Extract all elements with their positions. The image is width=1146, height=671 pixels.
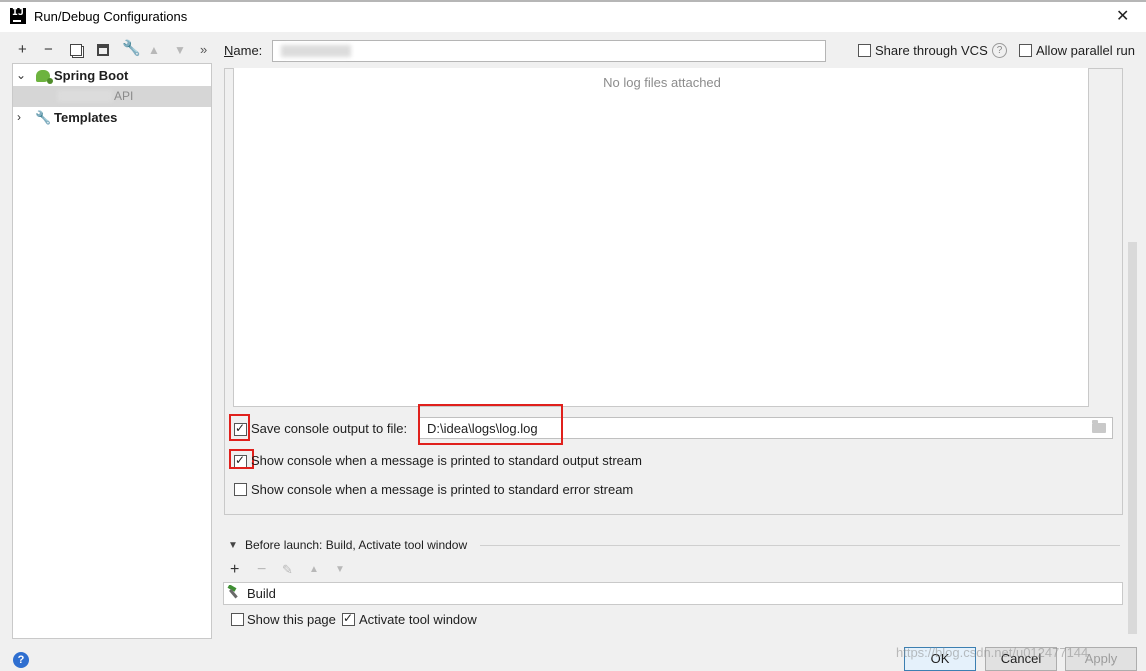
show-page-label: Show this page [247, 612, 336, 627]
move-up-icon[interactable]: ▲ [148, 42, 160, 58]
scrollbar[interactable] [1128, 242, 1137, 634]
before-launch-title[interactable]: Before launch: Build, Activate tool wind… [245, 538, 467, 552]
highlight-box [229, 414, 250, 441]
show-stderr-checkbox[interactable] [234, 483, 247, 496]
log-files-table[interactable]: No log files attached [233, 68, 1089, 407]
move-up-icon[interactable]: ▲ [309, 564, 319, 575]
move-down-icon[interactable]: ▼ [335, 564, 345, 575]
show-stdout-label: Show console when a message is printed t… [251, 453, 642, 468]
copy-icon[interactable] [70, 44, 82, 56]
add-task-button[interactable]: + [230, 561, 239, 579]
redacted-name [57, 90, 113, 102]
activate-tool-window-label: Activate tool window [359, 612, 477, 627]
add-configuration-button[interactable]: + [18, 42, 27, 58]
watermark: https://blog.csdn.net/u012477144 [896, 645, 1089, 660]
tree-node-config[interactable]: API [13, 86, 211, 107]
tree-label-spring-boot: Spring Boot [54, 68, 129, 83]
task-build-label: Build [247, 586, 276, 601]
tree-node-templates[interactable]: › 🔧 Templates [13, 107, 211, 128]
chevron-right-icon[interactable]: › [17, 107, 21, 128]
share-vcs-label: Share through VCS [875, 43, 988, 58]
name-label: Name: [224, 43, 263, 58]
share-vcs-checkbox[interactable] [858, 44, 871, 57]
wrench-icon[interactable]: 🔧 [122, 41, 141, 57]
show-page-checkbox[interactable] [231, 613, 244, 626]
chevron-down-icon[interactable]: ⌄ [16, 65, 26, 86]
activate-tool-window-checkbox[interactable] [342, 611, 355, 626]
name-input[interactable] [272, 40, 826, 62]
hammer-icon [227, 584, 241, 599]
wrench-icon: 🔧 [35, 110, 52, 125]
configuration-tree[interactable]: ⌄ Spring Boot API › 🔧 Templates [12, 63, 212, 639]
help-button[interactable]: ? [13, 652, 29, 668]
highlight-box [418, 404, 563, 445]
folder-icon[interactable] [1092, 420, 1106, 433]
more-icon[interactable]: » [200, 42, 207, 58]
tree-label-templates: Templates [54, 110, 118, 125]
redacted-name [281, 45, 351, 57]
window-title: Run/Debug Configurations [34, 9, 188, 24]
intellij-app-icon: IJ [10, 8, 26, 24]
tree-node-spring-boot[interactable]: ⌄ Spring Boot [13, 65, 211, 86]
before-launch-task-row[interactable] [223, 582, 1123, 605]
allow-parallel-label: Allow parallel run [1036, 43, 1135, 58]
remove-task-button[interactable]: − [257, 561, 266, 579]
edit-task-icon[interactable]: ✎ [282, 562, 293, 578]
collapse-icon[interactable]: ▼ [228, 540, 238, 551]
close-icon[interactable]: ✕ [1116, 6, 1129, 26]
separator [480, 545, 1120, 546]
save-console-output-label: Save console output to file: [251, 421, 408, 436]
show-stderr-label: Show console when a message is printed t… [251, 482, 634, 497]
save-icon[interactable] [97, 44, 109, 56]
move-down-icon[interactable]: ▼ [174, 42, 186, 58]
spring-boot-icon [36, 70, 53, 84]
remove-configuration-button[interactable]: − [44, 42, 53, 58]
tree-label-config: API [114, 89, 134, 103]
empty-log-text: No log files attached [603, 75, 721, 90]
help-icon[interactable]: ? [992, 43, 1007, 58]
allow-parallel-checkbox[interactable] [1019, 44, 1032, 57]
